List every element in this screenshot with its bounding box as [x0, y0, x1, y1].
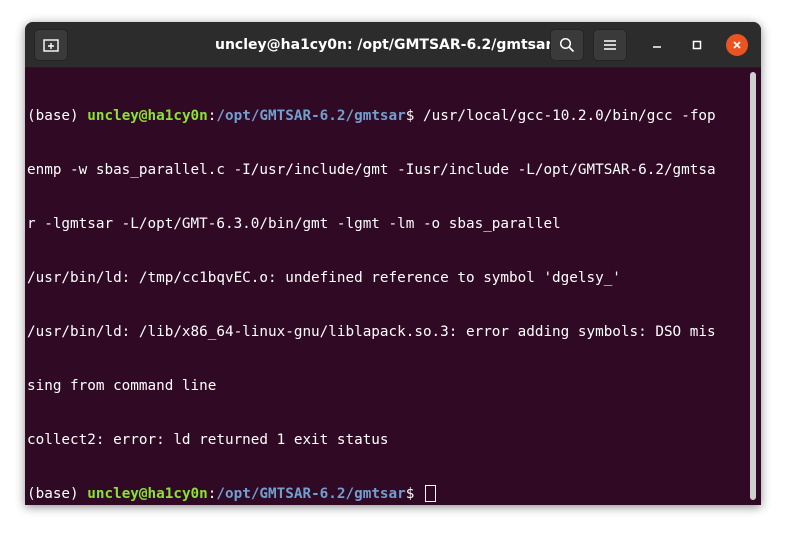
- output-line: sing from command line: [27, 378, 217, 394]
- prompt-user: uncley@ha1cy0n: [87, 108, 208, 124]
- terminal-window: uncley@ha1cy0n: /opt/GMTSAR-6.2/gmtsar (…: [25, 22, 761, 505]
- command-continuation: r -lgmtsar -L/opt/GMT-6.3.0/bin/gmt -lgm…: [27, 216, 561, 232]
- minimize-icon: [653, 46, 661, 48]
- title-bar: uncley@ha1cy0n: /opt/GMTSAR-6.2/gmtsar: [25, 22, 761, 68]
- maximize-button[interactable]: [686, 34, 708, 56]
- window-title: uncley@ha1cy0n: /opt/GMTSAR-6.2/gmtsar: [215, 37, 553, 53]
- text-cursor: [424, 485, 436, 502]
- output-line: /usr/bin/ld: /lib/x86_64-linux-gnu/libla…: [27, 324, 716, 340]
- prompt-path: /opt/GMTSAR-6.2/gmtsar: [216, 486, 406, 502]
- command-text: /usr/local/gcc-10.2.0/bin/gcc -fop: [422, 108, 716, 124]
- output-line: /usr/bin/ld: /tmp/cc1bqvEC.o: undefined …: [27, 270, 621, 286]
- new-tab-button[interactable]: [34, 29, 68, 61]
- prompt-env: (base): [27, 108, 88, 124]
- search-icon: [559, 37, 575, 53]
- prompt-user: uncley@ha1cy0n: [87, 486, 208, 502]
- menu-button[interactable]: [593, 29, 627, 61]
- maximize-icon: [692, 40, 702, 50]
- prompt-symbol: $: [405, 108, 423, 124]
- prompt-symbol: $: [405, 486, 423, 502]
- scrollbar[interactable]: [750, 72, 756, 500]
- prompt-line: (base) uncley@ha1cy0n:/opt/GMTSAR-6.2/gm…: [27, 485, 749, 503]
- prompt-path: /opt/GMTSAR-6.2/gmtsar: [216, 108, 406, 124]
- new-tab-icon: [43, 39, 59, 52]
- output-line: collect2: error: ld returned 1 exit stat…: [27, 432, 389, 448]
- hamburger-menu-icon: [604, 40, 616, 50]
- close-icon: [733, 41, 741, 49]
- command-line: (base) uncley@ha1cy0n:/opt/GMTSAR-6.2/gm…: [27, 107, 749, 125]
- terminal-output: (base) uncley@ha1cy0n:/opt/GMTSAR-6.2/gm…: [27, 71, 749, 505]
- search-button[interactable]: [550, 29, 584, 61]
- close-button[interactable]: [726, 34, 748, 56]
- terminal-area[interactable]: (base) uncley@ha1cy0n:/opt/GMTSAR-6.2/gm…: [25, 68, 761, 505]
- command-continuation: enmp -w sbas_parallel.c -I/usr/include/g…: [27, 162, 716, 178]
- prompt-env: (base): [27, 486, 88, 502]
- minimize-button[interactable]: [646, 34, 668, 56]
